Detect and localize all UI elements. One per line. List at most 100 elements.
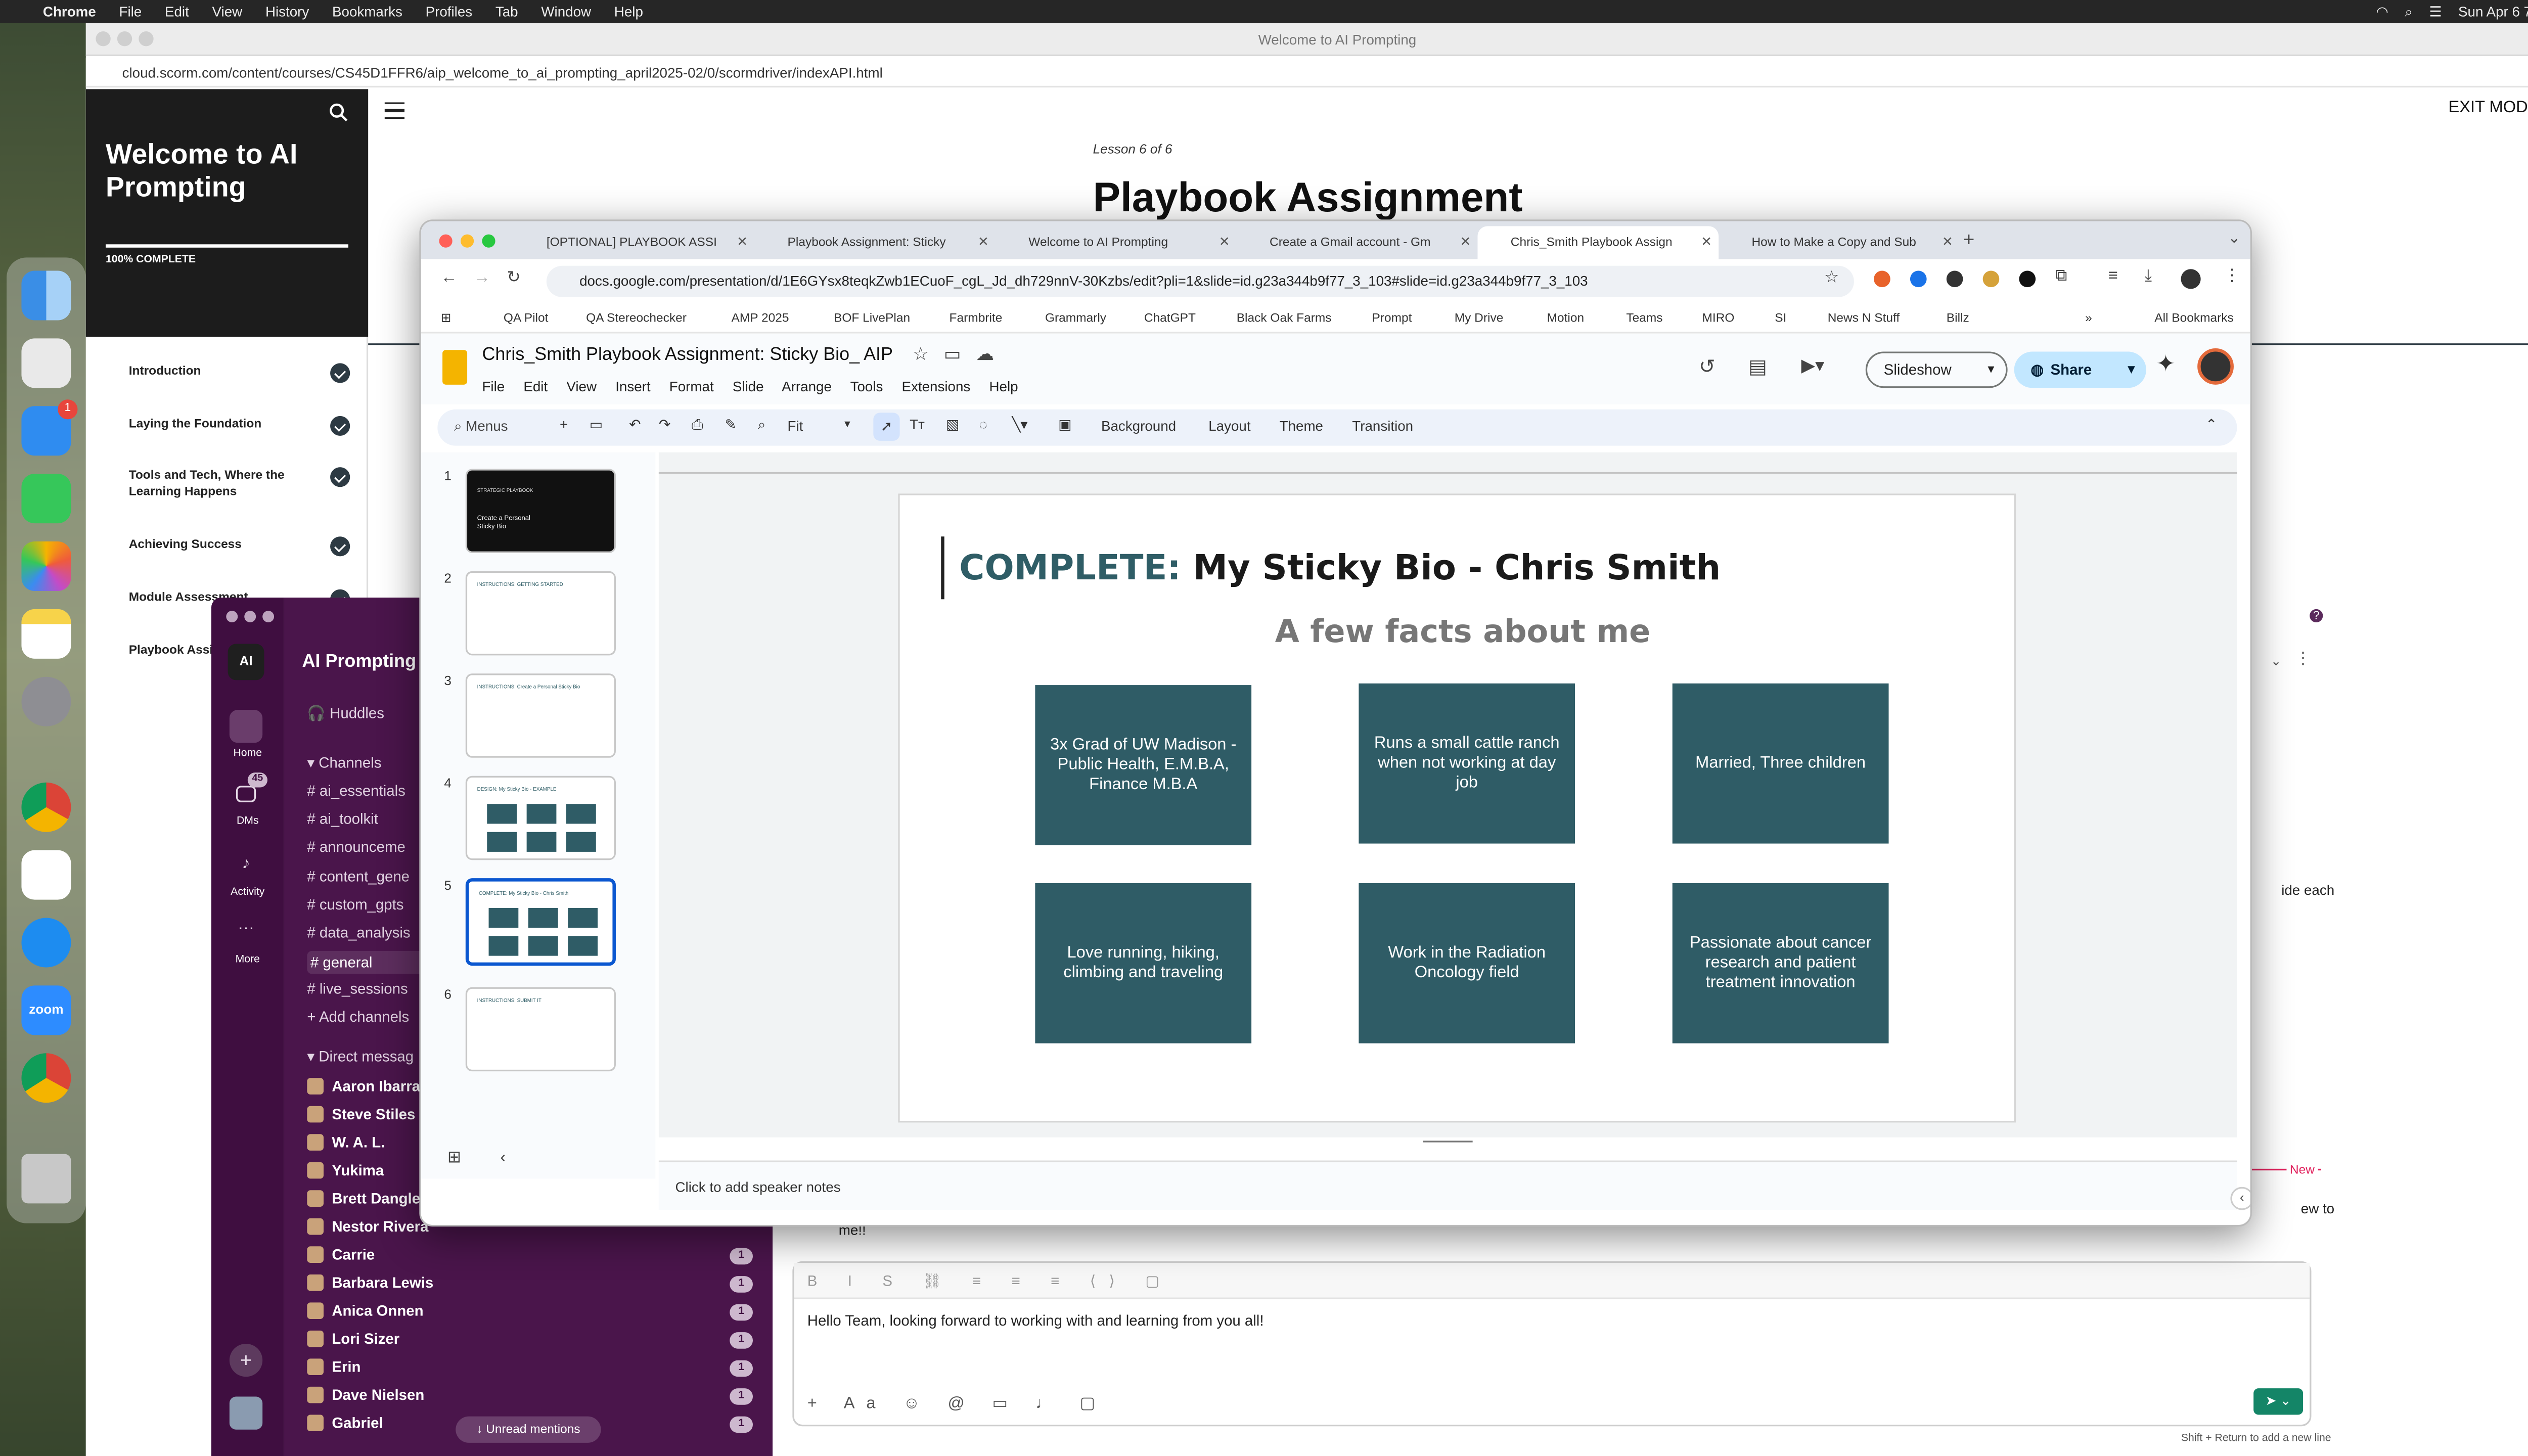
- photos-icon[interactable]: [21, 541, 71, 591]
- slide-heading[interactable]: COMPLETE: My Sticky Bio - Chris Smith: [959, 548, 1721, 587]
- new-tab-icon[interactable]: +: [1963, 228, 1974, 251]
- fact-box-hobbies[interactable]: Love running, hiking, climbing and trave…: [1035, 883, 1252, 1043]
- avatar[interactable]: [229, 1396, 263, 1430]
- home-icon[interactable]: [229, 710, 263, 743]
- channel-custom-gpts[interactable]: # custom_gpts: [307, 896, 403, 913]
- tab-chris-smith-playbook[interactable]: Chris_Smith Playbook Assign ✕: [1477, 226, 1719, 259]
- zoom-window-icon[interactable]: [262, 611, 275, 623]
- add-workspace-icon[interactable]: +: [229, 1343, 263, 1377]
- channels-header[interactable]: ▾ Channels: [307, 754, 381, 772]
- background-button[interactable]: Background: [1101, 418, 1176, 434]
- fact-box-work[interactable]: Work in the Radiation Oncology field: [1359, 883, 1575, 1043]
- transition-button[interactable]: Transition: [1352, 418, 1413, 434]
- lesson-introduction[interactable]: Introduction: [106, 363, 356, 383]
- mail-icon[interactable]: 1: [21, 399, 78, 456]
- unread-mentions-button[interactable]: ↓ Unread mentions: [456, 1416, 601, 1443]
- send-button[interactable]: ➤ ⌄: [2253, 1388, 2304, 1415]
- bookmark-my-drive[interactable]: My Drive: [1455, 307, 1504, 328]
- finder-icon[interactable]: [21, 270, 71, 321]
- menu-help[interactable]: Help: [614, 4, 643, 20]
- help-icon[interactable]: ?: [2308, 607, 2325, 624]
- menu-edit[interactable]: Edit: [165, 4, 189, 20]
- extensions-puzzle-icon[interactable]: ⧉: [2055, 267, 2067, 286]
- collapse-toolbar-icon[interactable]: ⌃: [2205, 416, 2217, 434]
- activity-icon[interactable]: ♪: [236, 855, 256, 875]
- zoom-window-icon[interactable]: [482, 234, 495, 248]
- slide-thumbnail-3[interactable]: INSTRUCTIONS: Create a Personal Sticky B…: [465, 673, 616, 758]
- menu-window[interactable]: Window: [541, 4, 591, 20]
- control-center-icon[interactable]: ☰: [2429, 3, 2442, 21]
- account-avatar[interactable]: [2197, 348, 2234, 385]
- bookmark-motion[interactable]: Motion: [1547, 307, 1585, 328]
- tab-welcome-ai[interactable]: Welcome to AI Prompting ✕: [996, 226, 1237, 259]
- tab-gmail[interactable]: Create a Gmail account - Gm ✕: [1237, 226, 1478, 259]
- fact-box-family[interactable]: Married, Three children: [1672, 683, 1889, 844]
- fact-box-passion[interactable]: Passionate about cancer research and pat…: [1672, 883, 1889, 1043]
- close-tab-icon[interactable]: ✕: [978, 226, 989, 259]
- close-tab-icon[interactable]: ✕: [1460, 226, 1471, 259]
- menu-tab[interactable]: Tab: [495, 4, 518, 20]
- search-menus[interactable]: ⌕ Menus: [454, 418, 508, 436]
- line-icon[interactable]: ╲▾: [1012, 416, 1028, 434]
- zoom-select[interactable]: Fit ▾: [788, 418, 850, 434]
- huddles-item[interactable]: 🎧 Huddles: [307, 705, 384, 723]
- bookmark-qa-pilot[interactable]: QA Pilot: [504, 307, 549, 328]
- bookmark-qa-stereochecker[interactable]: QA Stereochecker: [586, 307, 687, 328]
- menu-app-name[interactable]: Chrome: [43, 4, 96, 20]
- grid-view-icon[interactable]: ⊞: [447, 1149, 461, 1167]
- current-slide[interactable]: COMPLETE: My Sticky Bio - Chris Smith A …: [898, 493, 2018, 1123]
- menu-extensions[interactable]: Extensions: [902, 378, 971, 395]
- menu-arrange[interactable]: Arrange: [782, 378, 832, 395]
- undo-icon[interactable]: ↶: [629, 416, 641, 434]
- cloud-status-icon[interactable]: ☁: [976, 345, 994, 365]
- search-icon[interactable]: ⌕: [2405, 3, 2413, 21]
- dm-erin[interactable]: Erin: [307, 1358, 361, 1376]
- all-bookmarks[interactable]: All Bookmarks: [2154, 307, 2234, 328]
- safari-icon[interactable]: [21, 918, 71, 968]
- bookmark-grammarly[interactable]: Grammarly: [1045, 307, 1106, 328]
- tab-search-icon[interactable]: ⌄: [2228, 230, 2240, 248]
- bookmark-billz[interactable]: Billz: [1947, 307, 1969, 328]
- channel-live-sessions[interactable]: # live_sessions: [307, 981, 408, 997]
- tab-playbook-assignment[interactable]: Playbook Assignment: Sticky ✕: [754, 226, 996, 259]
- dms-icon[interactable]: [236, 786, 256, 802]
- wifi-icon[interactable]: ◠: [2376, 3, 2388, 21]
- extension-icon[interactable]: [1910, 270, 1927, 288]
- minimize-window-icon[interactable]: [117, 31, 132, 47]
- workspace-logo[interactable]: AI: [228, 644, 264, 680]
- minimize-window-icon[interactable]: [461, 234, 474, 248]
- close-tab-icon[interactable]: ✕: [1219, 226, 1230, 259]
- messages-icon[interactable]: [21, 474, 71, 524]
- text-box-icon[interactable]: Tт: [910, 416, 925, 433]
- slide-subheading[interactable]: A few facts about me: [900, 614, 2018, 651]
- add-channels-button[interactable]: + Add channels: [307, 1009, 409, 1025]
- more-icon[interactable]: ···: [235, 920, 258, 939]
- close-window-icon[interactable]: [226, 611, 238, 623]
- menu-edit[interactable]: Edit: [523, 378, 548, 395]
- paint-format-icon[interactable]: ✎: [725, 416, 736, 434]
- select-tool-icon[interactable]: ➚: [873, 413, 900, 441]
- menu-profiles[interactable]: Profiles: [426, 4, 473, 20]
- new-slide-icon[interactable]: +: [560, 416, 568, 433]
- fact-box-cattle-ranch[interactable]: Runs a small cattle ranch when not worki…: [1359, 683, 1575, 844]
- profile-avatar[interactable]: [2181, 269, 2201, 289]
- notes-resize-handle[interactable]: [1423, 1141, 1473, 1143]
- chevron-down-icon[interactable]: ⌄: [2271, 654, 2282, 668]
- channel-data-analysis[interactable]: # data_analysis: [307, 925, 410, 941]
- slideshow-button[interactable]: Slideshow ▾: [1865, 351, 2008, 388]
- dm-header[interactable]: ▾ Direct messag: [307, 1048, 414, 1066]
- meet-icon[interactable]: ▶▾: [1801, 355, 1824, 376]
- bookmark-bof-liveplan[interactable]: BOF LivePlan: [834, 307, 910, 328]
- forward-icon[interactable]: →: [474, 269, 490, 287]
- reading-list-icon[interactable]: ≡: [2108, 267, 2118, 286]
- close-tab-icon[interactable]: ✕: [737, 226, 748, 259]
- dm-aaron-ibarra[interactable]: Aaron Ibarra: [307, 1078, 420, 1095]
- collapse-filmstrip-icon[interactable]: ‹: [500, 1149, 506, 1167]
- comments-icon[interactable]: ▤: [1748, 355, 1767, 378]
- history-icon[interactable]: ↺: [1699, 355, 1716, 378]
- slide-thumbnail-1[interactable]: STRATEGIC PLAYBOOK Create a Personal Sti…: [465, 469, 616, 553]
- menu-bookmarks[interactable]: Bookmarks: [332, 4, 402, 20]
- menu-file[interactable]: File: [482, 378, 505, 395]
- document-title[interactable]: Chris_Smith Playbook Assignment: Sticky …: [482, 343, 994, 365]
- hamburger-menu-icon[interactable]: [384, 102, 405, 119]
